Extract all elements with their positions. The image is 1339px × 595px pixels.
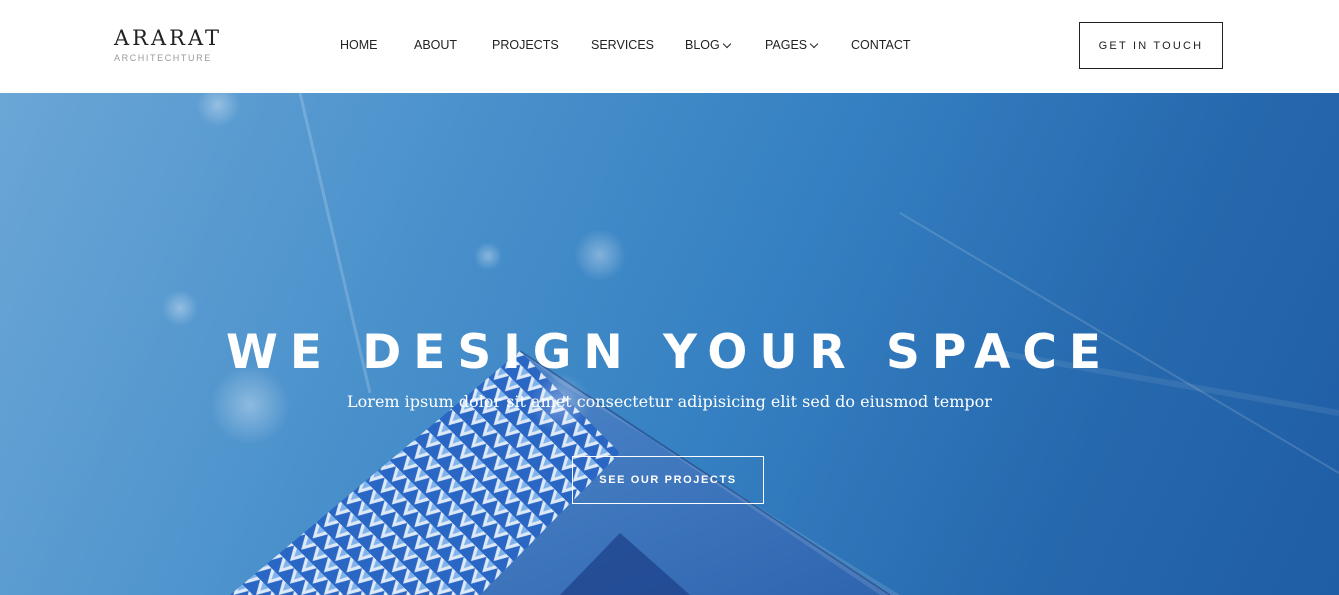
- nav-projects[interactable]: PROJECTS: [492, 38, 559, 52]
- logo-tagline: ARCHITECHTURE: [114, 53, 212, 63]
- hero-banner: WE DESIGN YOUR SPACE Lorem ipsum dolor s…: [0, 93, 1339, 595]
- chevron-down-icon: [809, 39, 819, 48]
- nav-projects-label: PROJECTS: [492, 38, 559, 52]
- see-our-projects-button[interactable]: SEE OUR PROJECTS: [572, 456, 764, 504]
- nav-about[interactable]: ABOUT: [414, 38, 457, 52]
- site-header: ARARAT ARCHITECHTURE HOME ABOUT PROJECTS…: [0, 0, 1339, 93]
- nav-pages-label: PAGES: [765, 38, 808, 52]
- nav-home[interactable]: HOME: [340, 38, 378, 52]
- nav-contact[interactable]: CONTACT: [851, 38, 911, 52]
- nav-services[interactable]: SERVICES: [591, 38, 654, 52]
- nav-blog-label: BLOG: [685, 38, 720, 52]
- hero-subtitle: Lorem ipsum dolor sit amet consectetur a…: [347, 392, 992, 411]
- chevron-down-icon: [722, 39, 731, 48]
- nav-contact-label: CONTACT: [851, 38, 911, 52]
- nav-home-label: HOME: [340, 38, 378, 52]
- nav-about-label: ABOUT: [414, 38, 458, 52]
- get-in-touch-button[interactable]: GET IN TOUCH: [1079, 22, 1223, 69]
- nav-blog[interactable]: BLOG: [685, 38, 731, 52]
- nav-services-label: SERVICES: [591, 38, 654, 52]
- hero-title: WE DESIGN YOUR SPACE: [225, 325, 1114, 380]
- nav-pages[interactable]: PAGES: [765, 38, 819, 52]
